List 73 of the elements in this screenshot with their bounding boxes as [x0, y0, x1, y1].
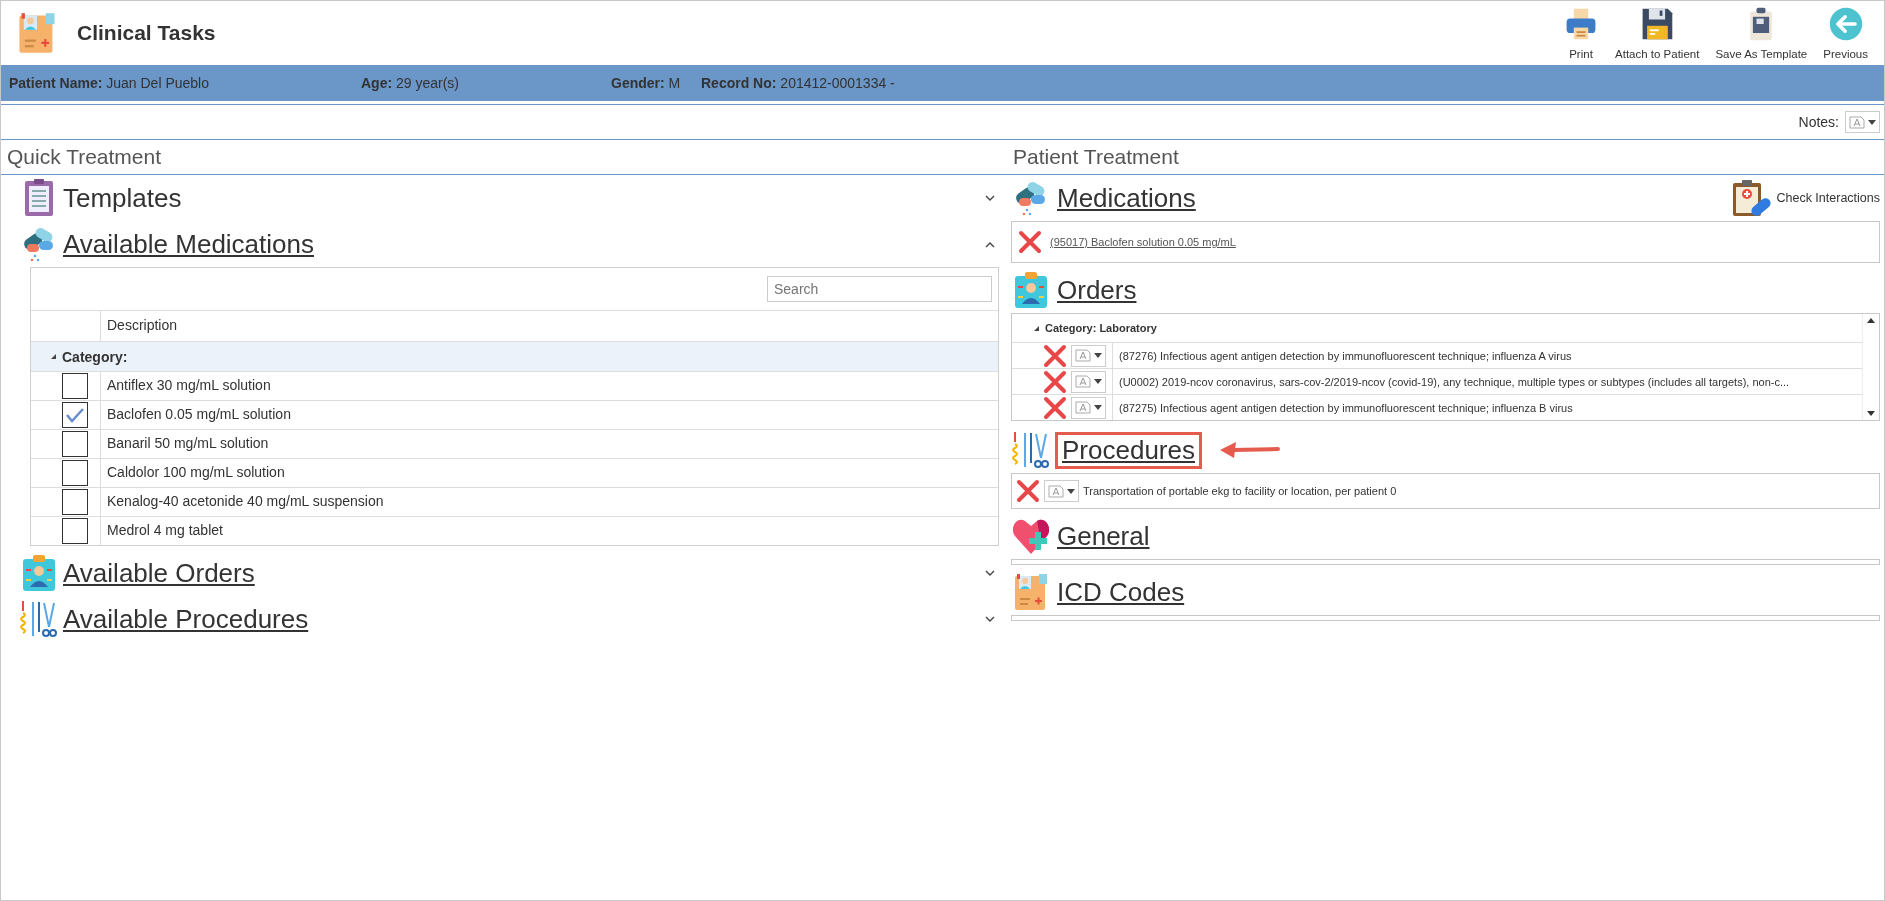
patient-field: Record No: 201412-0001334 - [701, 75, 895, 91]
table-cell: Banaril 50 mg/mL solution [100, 430, 998, 458]
caret-icon [1868, 119, 1876, 125]
checkbox[interactable] [61, 518, 88, 544]
section-title[interactable]: Available Medications [63, 228, 981, 260]
note-icon [1075, 349, 1091, 362]
checkbox[interactable] [61, 373, 88, 399]
caret-icon [1094, 405, 1102, 410]
panel-title: Patient Treatment [1007, 140, 1884, 175]
order-item: (U0002) 2019-ncov coronavirus, sars-cov-2/2019-ncov (covid-19), any technique, multiple types or subtypes (includes all targets), non-c... [1112, 369, 1862, 394]
caret-icon [1094, 353, 1102, 358]
toolbar-button[interactable]: Print [1555, 2, 1607, 64]
chevron-down-icon[interactable] [985, 569, 995, 577]
table-cell: Caldolor 100 mg/mL solution [100, 459, 998, 487]
note-dropdown[interactable] [1845, 111, 1880, 133]
table-cell: Baclofen 0.05 mg/mL solution [100, 401, 998, 429]
note-dropdown[interactable] [1071, 396, 1106, 419]
note-icon [1849, 115, 1865, 129]
remove-icon[interactable] [1043, 343, 1067, 368]
caret-icon [1094, 379, 1102, 384]
note-icon [1048, 484, 1064, 498]
order-item: (87275) Infectious agent antigen detection by immunofluorescent technique; influenza B virus [1112, 395, 1862, 420]
remove-icon[interactable] [1018, 230, 1042, 254]
collapse-icon[interactable] [1034, 325, 1039, 331]
surgical-tools-icon [1011, 430, 1051, 470]
panel-title: Quick Treatment [1, 140, 1007, 175]
patient-field: Age: 29 year(s) [361, 75, 611, 91]
note-icon [1075, 401, 1091, 414]
checkbox[interactable] [61, 431, 88, 457]
note-dropdown[interactable] [1071, 370, 1106, 393]
window-title: Clinical Tasks [77, 21, 217, 45]
checkbox[interactable] [61, 489, 88, 515]
column-header: Description [100, 311, 998, 341]
note-dropdown[interactable] [1044, 480, 1079, 502]
surgical-tools-icon [19, 599, 59, 639]
note-dropdown[interactable] [1071, 344, 1106, 367]
section-title[interactable]: Templates [63, 182, 981, 214]
table-cell: Kenalog-40 acetonide 40 mg/mL suspension [100, 488, 998, 516]
order-item: (87276) Infectious agent antigen detection by immunofluorescent technique; influenza A virus [1112, 343, 1862, 368]
note-icon [1075, 375, 1091, 388]
chevron-down-icon[interactable] [985, 194, 995, 202]
toolbar-button[interactable]: Previous [1815, 2, 1876, 64]
check-interactions-button[interactable]: Check Interactions [1730, 178, 1880, 218]
search-field[interactable]: Search [767, 276, 992, 302]
chevron-up-icon[interactable] [985, 240, 995, 248]
patient-field: Gender: M [611, 75, 701, 91]
section-title[interactable]: Available Orders [63, 557, 981, 589]
table-cell: Medrol 4 mg tablet [100, 517, 998, 545]
group-label: Category: [62, 348, 128, 365]
section-title[interactable]: ICD Codes [1055, 576, 1187, 608]
remove-icon[interactable] [1016, 479, 1040, 503]
section-title[interactable]: Available Procedures [63, 603, 981, 635]
section-title[interactable]: Orders [1055, 274, 1139, 306]
section-title[interactable]: Procedures [1055, 431, 1202, 469]
toolbar-button[interactable]: Save As Template [1707, 2, 1816, 64]
checkbox[interactable] [61, 402, 88, 428]
section-title[interactable]: Medications [1055, 182, 1198, 214]
remove-icon[interactable] [1043, 395, 1067, 420]
section-title[interactable]: General [1055, 520, 1152, 552]
caret-icon [1067, 488, 1075, 494]
remove-icon[interactable] [1043, 369, 1067, 394]
checkbox[interactable] [61, 460, 88, 486]
group-label: Category: Laboratory [1045, 322, 1157, 334]
table-cell: Antiflex 30 mg/mL solution [100, 372, 998, 400]
scroll-down-icon[interactable] [1867, 411, 1875, 416]
procedure-item: Transportation of portable ekg to facility or location, per patient 0 [1083, 485, 1397, 497]
scroll-up-icon[interactable] [1867, 318, 1875, 323]
collapse-icon[interactable] [51, 354, 56, 359]
chevron-down-icon[interactable] [985, 615, 995, 623]
notes-label: Notes: [1798, 114, 1839, 130]
patient-field: Patient Name: Juan Del Pueblo [9, 75, 361, 91]
toolbar-button[interactable]: Attach to Patient [1607, 2, 1708, 64]
medication-link[interactable]: (95017) Baclofen solution 0.05 mg/mL [1050, 236, 1236, 248]
